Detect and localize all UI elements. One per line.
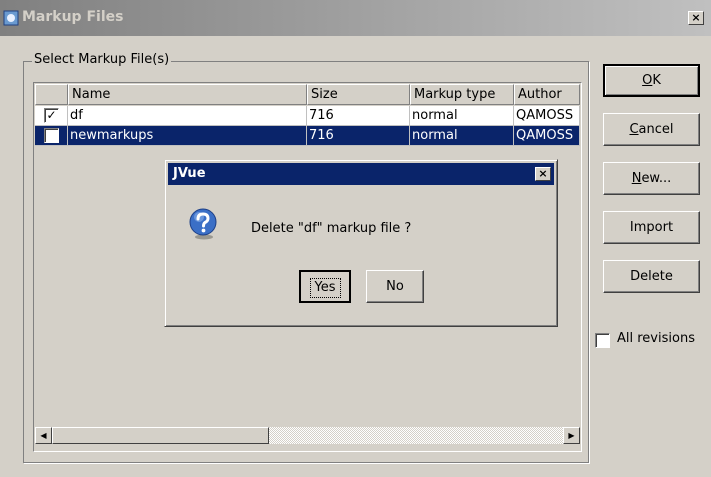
- new-button[interactable]: New...: [603, 162, 700, 195]
- ok-button[interactable]: OK: [603, 64, 700, 97]
- scroll-left-icon[interactable]: ◀: [35, 427, 52, 444]
- dialog-title-bar: JVue ×: [168, 163, 554, 185]
- row-size: 716: [307, 106, 410, 126]
- table-row[interactable]: newmarkups 716 normal QAMOSS: [35, 126, 580, 146]
- row-type: normal: [410, 106, 514, 126]
- all-revisions-checkbox[interactable]: [595, 333, 610, 348]
- scroll-thumb[interactable]: [52, 427, 269, 444]
- header-size[interactable]: Size: [307, 84, 410, 105]
- all-revisions-label: All revisions: [617, 331, 695, 346]
- header-author[interactable]: Author: [514, 84, 580, 105]
- scroll-right-icon[interactable]: ▶: [563, 427, 580, 444]
- window-close-button[interactable]: ×: [688, 11, 704, 25]
- yes-button[interactable]: Yes: [299, 270, 351, 303]
- group-legend: Select Markup File(s): [32, 52, 172, 67]
- row-type: normal: [410, 126, 514, 146]
- dialog-title: JVue: [173, 166, 206, 181]
- question-icon: [189, 208, 217, 240]
- markup-files-window: Markup Files × Select Markup File(s) Nam…: [0, 0, 711, 477]
- import-button[interactable]: Import: [603, 211, 700, 244]
- row-checkbox[interactable]: [44, 128, 59, 143]
- row-author: QAMOSS: [514, 106, 580, 126]
- app-icon: [3, 10, 19, 26]
- header-name[interactable]: Name: [68, 84, 307, 105]
- row-name: df: [68, 106, 307, 126]
- cancel-button[interactable]: Cancel: [603, 113, 700, 146]
- dialog-message: Delete "df" markup file ?: [251, 221, 412, 236]
- header-check: [35, 84, 68, 105]
- row-size: 716: [307, 126, 410, 146]
- row-author: QAMOSS: [514, 126, 580, 146]
- row-name: newmarkups: [68, 126, 307, 146]
- title-bar: Markup Files ×: [0, 0, 711, 36]
- horizontal-scrollbar[interactable]: ◀ ▶: [35, 427, 580, 448]
- table-row[interactable]: ✓ df 716 normal QAMOSS: [35, 106, 580, 126]
- delete-button[interactable]: Delete: [603, 260, 700, 293]
- header-markup-type[interactable]: Markup type: [410, 84, 514, 105]
- confirm-dialog: JVue × Delete "df" markup file ? Yes No: [164, 159, 558, 327]
- window-title: Markup Files: [22, 9, 124, 25]
- no-button[interactable]: No: [366, 270, 424, 303]
- row-checkbox[interactable]: ✓: [44, 108, 59, 123]
- dialog-close-button[interactable]: ×: [535, 167, 551, 181]
